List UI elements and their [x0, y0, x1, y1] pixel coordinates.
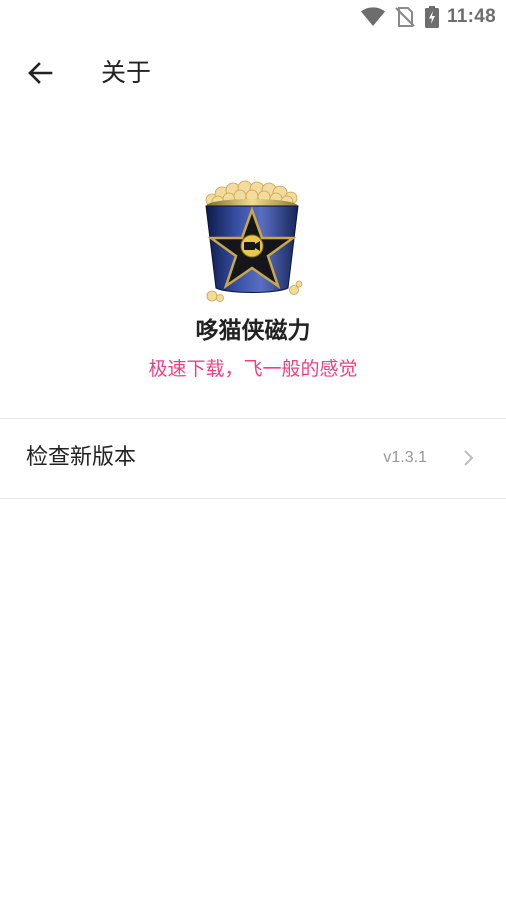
app-name: 哆猫侠磁力: [195, 318, 311, 344]
back-button[interactable]: [16, 53, 64, 93]
wifi-icon: [360, 7, 385, 27]
popcorn-bucket-logo: [205, 180, 303, 302]
page-title: 关于: [101, 58, 152, 87]
no-sim-icon: [395, 7, 415, 27]
divider-bottom: [0, 498, 506, 499]
status-icons: 11:48: [360, 5, 496, 29]
check-update-row[interactable]: 检查新版本 v1.3.1: [0, 419, 506, 498]
app-bar: 关于: [0, 40, 506, 106]
status-bar: 11:48: [0, 0, 506, 34]
status-time: 11:48: [446, 6, 496, 27]
app-logo: [198, 180, 308, 302]
app-slogan: 极速下载，飞一般的感觉: [148, 358, 358, 380]
chevron-right-icon: [464, 450, 474, 466]
check-update-label: 检查新版本: [26, 445, 137, 470]
arrow-left-icon: [28, 62, 53, 84]
version-text: v1.3.1: [383, 449, 427, 466]
battery-charging-icon: [424, 6, 439, 28]
